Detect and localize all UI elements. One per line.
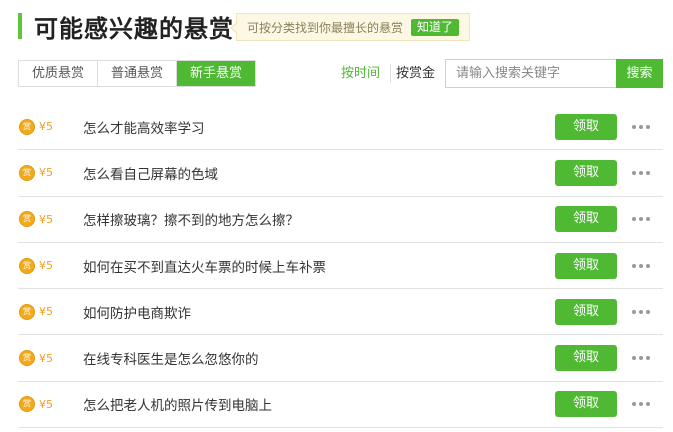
more-options-icon[interactable]: [632, 122, 650, 132]
reward-coin-icon: 赏: [19, 164, 35, 181]
tab-newbie-rewards[interactable]: 新手悬赏: [177, 61, 256, 86]
reward-icon-glyph: 赏: [23, 399, 31, 409]
reward-icon-glyph: 赏: [23, 214, 31, 224]
claim-button[interactable]: 领取: [555, 252, 617, 279]
reward-coin-icon: 赏: [19, 211, 35, 228]
reward-amount: ¥5: [39, 120, 53, 134]
question-row: 赏 ¥5 怎样擦玻璃？擦不到的地方怎么擦？ 领取: [18, 197, 663, 243]
more-options-icon[interactable]: [632, 353, 650, 363]
reward-icon-glyph: 赏: [23, 167, 31, 177]
reward-coin-icon: 赏: [19, 118, 35, 135]
claim-button[interactable]: 领取: [555, 206, 617, 233]
question-row: 赏 ¥5 如何在买不到直达火车票的时候上车补票 领取: [18, 243, 663, 290]
reward-amount: ¥5: [39, 212, 53, 226]
claim-button[interactable]: 领取: [555, 345, 617, 372]
reward-icon-glyph: 赏: [23, 353, 31, 363]
reward-type-tabs: 优质悬赏 普通悬赏 新手悬赏: [18, 60, 257, 87]
reward-coin-icon: 赏: [19, 396, 35, 413]
tip-text: 可按分类找到你最擅长的悬赏: [247, 20, 404, 35]
search-button[interactable]: 搜索: [616, 59, 663, 88]
question-list: 赏 ¥5 怎么才能高效率学习 领取 赏 ¥5 怎么看自己屏幕的色域 领取 赏 ¥…: [18, 104, 663, 429]
question-row: 赏 ¥5 如何防护电商欺诈 领取: [18, 289, 663, 336]
reward-coin-icon: 赏: [19, 257, 35, 274]
reward-coin-icon: 赏: [19, 303, 35, 320]
claim-button[interactable]: 领取: [555, 298, 617, 325]
question-row: 赏 ¥5 怎么把老人机的照片传到电脑上 领取: [18, 382, 663, 429]
sort-by-time[interactable]: 按时间: [341, 60, 380, 87]
question-row: 赏 ¥5 怎么看自己屏幕的色域 领取: [18, 150, 663, 197]
more-options-icon[interactable]: [632, 307, 650, 317]
tip-dismiss-button[interactable]: 知道了: [411, 18, 460, 36]
tab-quality-rewards[interactable]: 优质悬赏: [19, 61, 99, 86]
sort-by-amount[interactable]: 按赏金: [396, 60, 435, 87]
search-input[interactable]: [445, 59, 616, 88]
title-accent-bar: [18, 13, 22, 39]
question-row: 赏 ¥5 怎么才能高效率学习 领取: [18, 104, 663, 151]
reward-amount: ¥5: [39, 166, 53, 180]
reward-icon-glyph: 赏: [23, 260, 31, 270]
reward-coin-icon: 赏: [19, 350, 35, 367]
page-header: 可能感兴趣的悬赏: [18, 10, 234, 43]
category-tip: 可按分类找到你最擅长的悬赏 知道了: [229, 13, 471, 41]
claim-button[interactable]: 领取: [555, 391, 617, 418]
claim-button[interactable]: 领取: [555, 159, 617, 186]
reward-icon-glyph: 赏: [23, 121, 31, 131]
more-options-icon[interactable]: [632, 399, 650, 409]
search-box: 搜索: [445, 59, 663, 88]
claim-button[interactable]: 领取: [555, 113, 617, 140]
more-options-icon[interactable]: [632, 214, 650, 224]
reward-amount: ¥5: [39, 397, 53, 411]
reward-amount: ¥5: [39, 259, 53, 273]
more-options-icon[interactable]: [632, 261, 650, 271]
reward-amount: ¥5: [39, 305, 53, 319]
more-options-icon[interactable]: [632, 168, 650, 178]
reward-amount: ¥5: [39, 351, 53, 365]
question-row: 赏 ¥5 在线专科医生是怎么忽悠你的 领取: [18, 335, 663, 382]
page-title: 可能感兴趣的悬赏: [34, 14, 234, 43]
reward-icon-glyph: 赏: [23, 306, 31, 316]
sort-divider: [390, 64, 391, 83]
tab-normal-rewards[interactable]: 普通悬赏: [98, 61, 178, 86]
